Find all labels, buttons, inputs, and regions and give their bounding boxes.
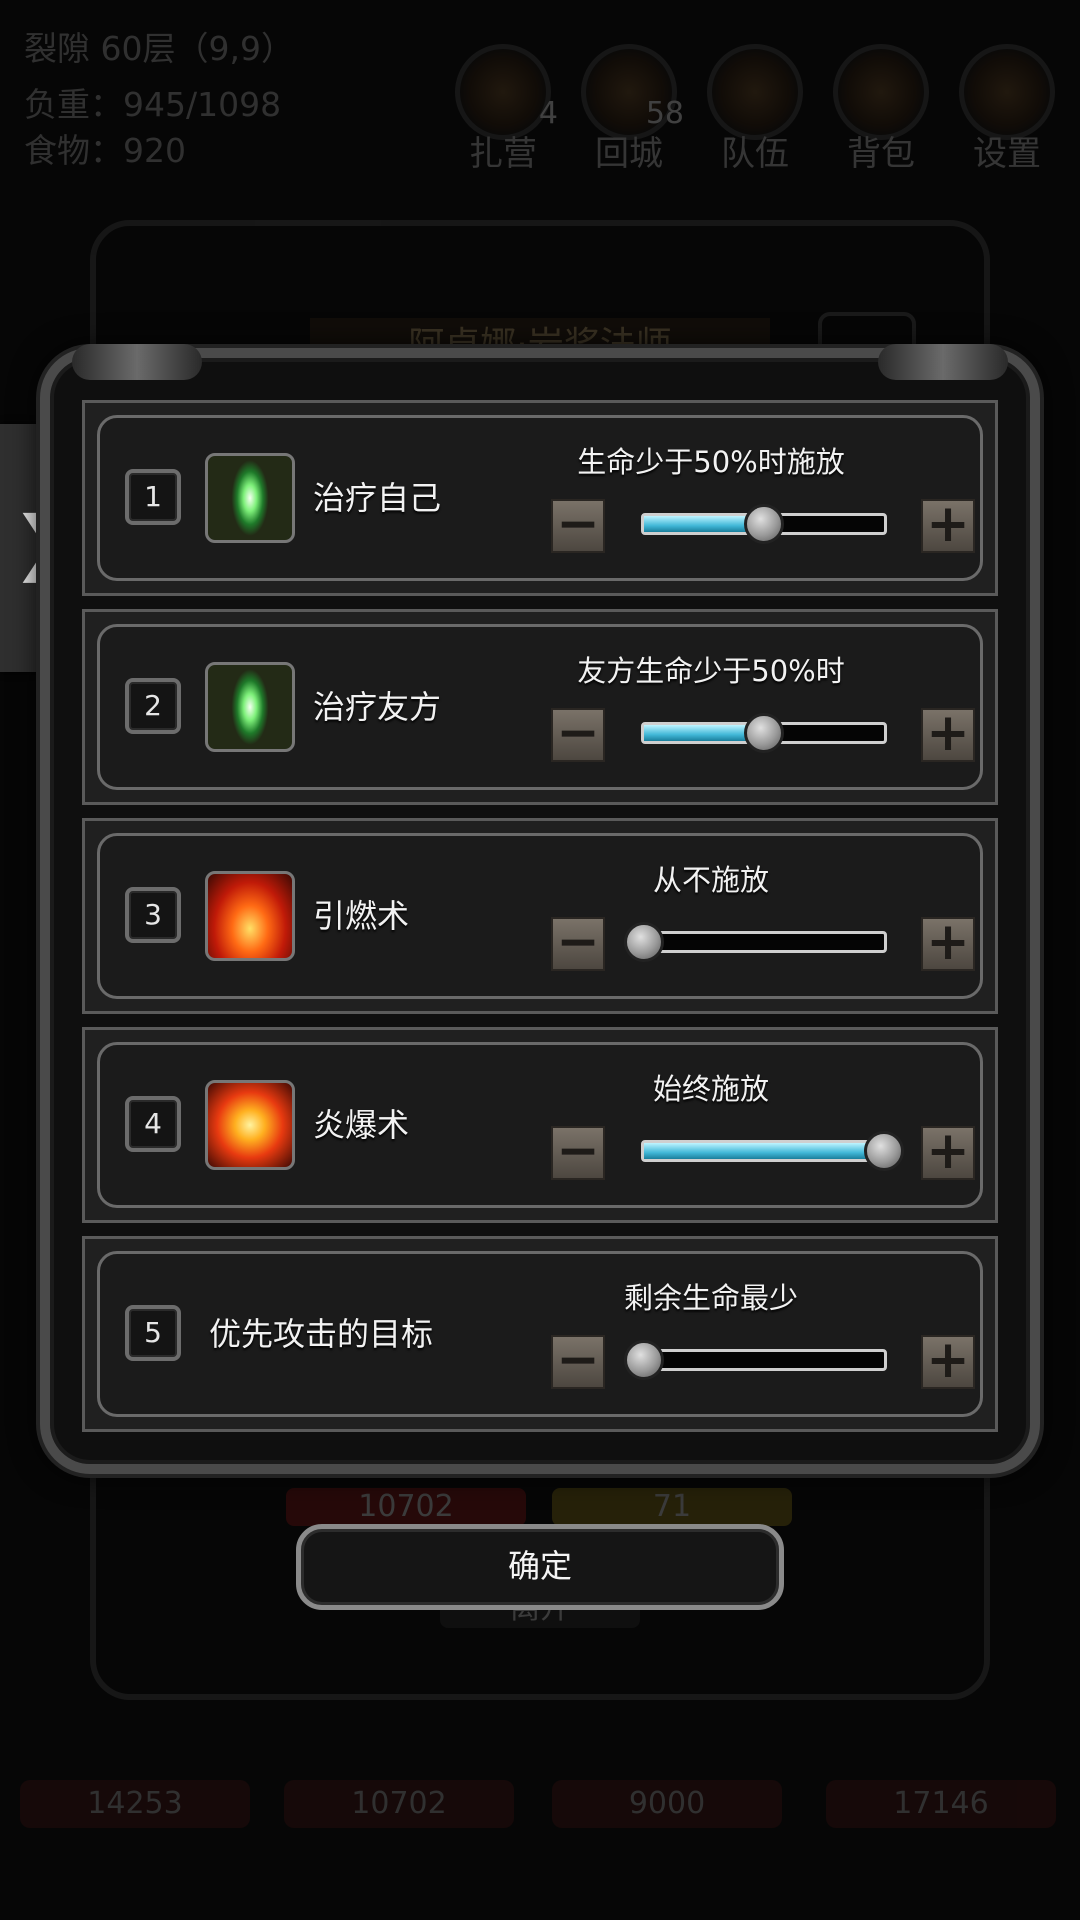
settings-button[interactable]: 设置: [952, 44, 1062, 175]
bag-label: 背包: [847, 134, 915, 174]
party-hp-3: 9000: [552, 1780, 782, 1828]
camp-badge: 4: [538, 96, 558, 131]
confirm-button[interactable]: 确定: [296, 1524, 784, 1610]
increase-button[interactable]: +: [921, 916, 975, 971]
party-hp-1: 14253: [20, 1780, 250, 1828]
explosion-icon: [205, 1080, 295, 1170]
skill-name: 治疗友方: [313, 688, 442, 726]
decrease-button[interactable]: −: [551, 707, 605, 762]
increase-button[interactable]: +: [921, 498, 975, 553]
condition-slider[interactable]: [641, 504, 887, 544]
energy-bar: 71: [552, 1488, 792, 1526]
settings-label: 设置: [973, 134, 1041, 174]
load-text: 负重：945/1098: [24, 85, 282, 124]
skill-name: 炎爆术: [313, 1106, 410, 1144]
decrease-button[interactable]: −: [551, 1334, 605, 1389]
condition-slider[interactable]: [641, 713, 887, 753]
rule-number: 1: [125, 469, 181, 525]
decrease-button[interactable]: −: [551, 1125, 605, 1180]
skill-name: 引燃术: [313, 897, 410, 935]
heal-icon: [205, 453, 295, 543]
bag-button[interactable]: 背包: [826, 44, 936, 175]
increase-button[interactable]: +: [921, 707, 975, 762]
camp-label: 扎营: [469, 134, 537, 174]
camp-button[interactable]: 4 扎营: [448, 44, 558, 175]
return-town-badge: 58: [645, 96, 684, 131]
return-town-label: 回城: [595, 134, 663, 174]
decrease-button[interactable]: −: [551, 498, 605, 553]
slider-knob[interactable]: [744, 713, 784, 753]
rule-row-5: 5 优先攻击的目标 剩余生命最少 − +: [82, 1236, 998, 1432]
food-text: 食物：920: [24, 131, 186, 170]
skill-name: 治疗自己: [313, 479, 442, 517]
condition-label: 始终施放: [652, 1072, 769, 1106]
condition-label: 剩余生命最少: [623, 1281, 798, 1315]
increase-button[interactable]: +: [921, 1125, 975, 1180]
slider-knob[interactable]: [624, 1340, 664, 1380]
increase-button[interactable]: +: [921, 1334, 975, 1389]
slider-knob[interactable]: [624, 922, 664, 962]
condition-label: 生命少于50%时施放: [577, 445, 845, 479]
hp-bar: 10702: [286, 1488, 526, 1526]
condition-label: 从不施放: [652, 863, 769, 897]
condition-slider[interactable]: [641, 1131, 904, 1171]
slider-knob[interactable]: [744, 504, 784, 544]
condition-slider[interactable]: [624, 1340, 887, 1380]
frame-ornament-left: [72, 344, 202, 380]
fire-icon: [205, 871, 295, 961]
party-hp-2: 10702: [284, 1780, 514, 1828]
rule-number: 3: [125, 887, 181, 943]
slider-fill: [644, 1143, 884, 1159]
rule-row-2: 2 治疗友方 友方生命少于50%时 − +: [82, 609, 998, 805]
party-hp-4: 17146: [826, 1780, 1056, 1828]
location-text: 裂隙 60层（9,9）: [24, 29, 294, 68]
frame-ornament-right: [878, 344, 1008, 380]
slider-knob[interactable]: [864, 1131, 904, 1171]
heal-icon: [205, 662, 295, 752]
rule-row-4: 4 炎爆术 始终施放 − +: [82, 1027, 998, 1223]
team-button[interactable]: 队伍: [700, 44, 810, 175]
rule-row-3: 3 引燃术 从不施放 − +: [82, 818, 998, 1014]
rule-row-1: 1 治疗自己 生命少于50%时施放 − +: [82, 400, 998, 596]
decrease-button[interactable]: −: [551, 916, 605, 971]
target-priority-label: 优先攻击的目标: [209, 1315, 434, 1353]
team-label: 队伍: [721, 134, 789, 174]
return-town-button[interactable]: 58 回城: [574, 44, 684, 175]
condition-label: 友方生命少于50%时: [577, 654, 845, 688]
rule-number: 4: [125, 1096, 181, 1152]
condition-slider[interactable]: [624, 922, 887, 962]
rule-number: 2: [125, 678, 181, 734]
rule-number: 5: [125, 1305, 181, 1361]
rule-list: 1 治疗自己 生命少于50%时施放 − + 2 治疗友方 友方生命少于50%时 …: [82, 400, 998, 1445]
